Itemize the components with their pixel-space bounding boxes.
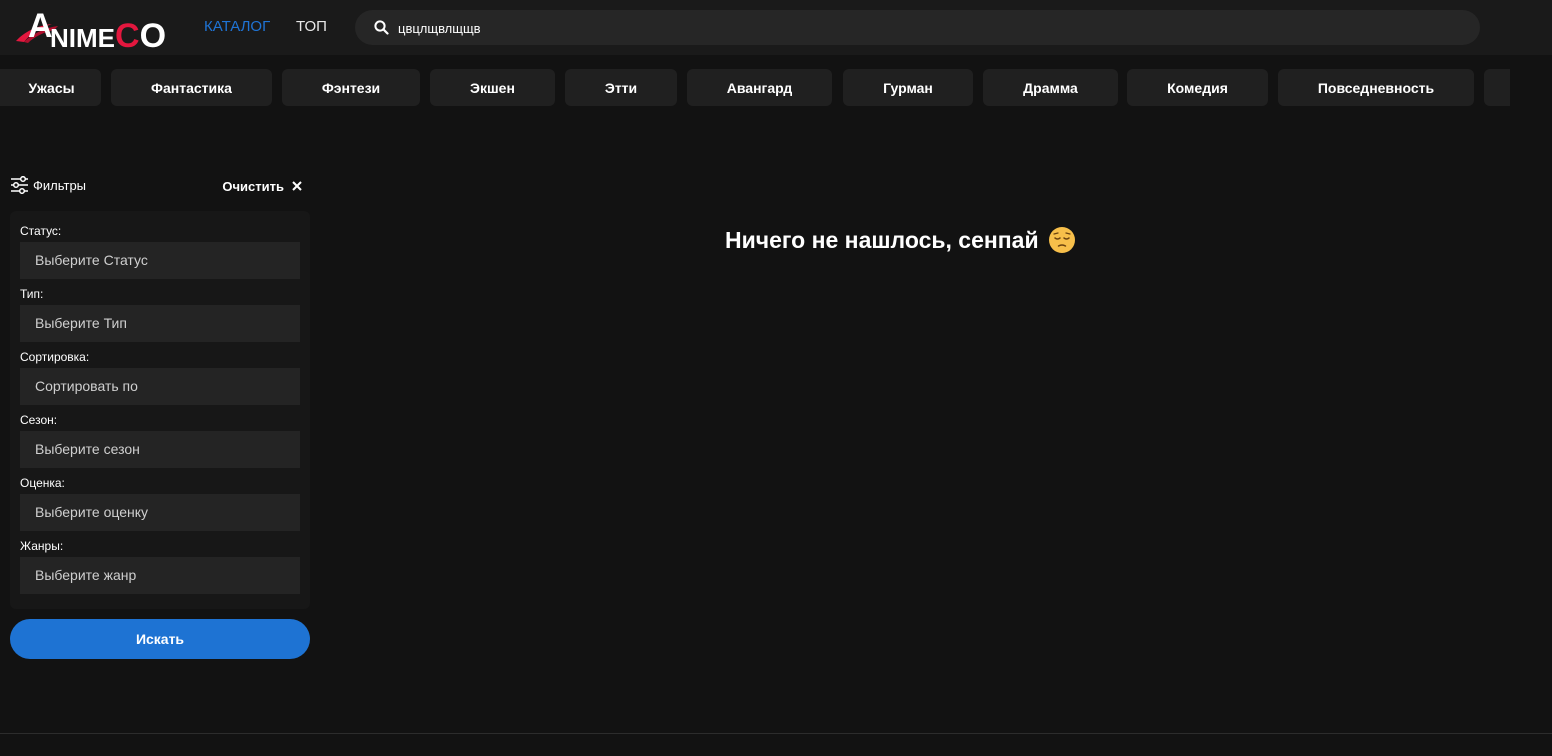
filters-panel: Статус: Выберите Статус Тип: Выберите Ти… [10,211,310,609]
nav-top-link[interactable]: ТОП [296,18,327,35]
genre-chip[interactable]: Гурман [843,69,973,106]
genre-chip[interactable]: Фантастика [111,69,272,106]
rating-select[interactable]: Выберите оценку [20,494,300,531]
logo-text-mid: NIME [50,23,115,53]
nav-catalog-link[interactable]: КАТАЛОГ [204,18,270,35]
footer-divider [0,733,1552,734]
genre-chip[interactable]: Ужасы [0,69,101,106]
genre-chip-partial[interactable] [1484,69,1510,106]
pensive-face-icon [1048,227,1075,253]
genres-select[interactable]: Выберите жанр [20,557,300,594]
filters-title: Фильтры [33,178,87,193]
sort-label: Сортировка: [20,350,90,364]
status-select[interactable]: Выберите Статус [20,242,300,279]
empty-results-message: Ничего не нашлось, сенпай [725,226,1076,254]
filters-header: Фильтры Очистить [10,176,302,196]
top-header: A NIMECO КАТАЛОГ ТОП [0,0,1552,55]
genre-chip[interactable]: Экшен [430,69,555,106]
genre-bar: Ужасы Фантастика Фэнтези Экшен Этти Аван… [0,69,1510,106]
clear-filters-label: Очистить [222,178,284,194]
rating-label: Оценка: [20,476,65,490]
season-select[interactable]: Выберите сезон [20,431,300,468]
sort-select[interactable]: Сортировать по [20,368,300,405]
season-label: Сезон: [20,413,58,427]
genres-label: Жанры: [20,539,64,553]
search-bar[interactable] [355,10,1480,45]
search-input[interactable] [398,17,1458,39]
genre-chip[interactable]: Авангард [687,69,832,106]
genre-chip[interactable]: Комедия [1127,69,1268,106]
logo-letter-c: C [115,17,140,55]
genre-chip[interactable]: Драмма [983,69,1118,106]
search-icon[interactable] [374,20,389,35]
site-logo[interactable]: A NIMECO [14,7,174,55]
type-select[interactable]: Выберите Тип [20,305,300,342]
logo-letter-a: A [28,7,53,45]
filter-sliders-icon [11,176,28,194]
apply-search-button[interactable]: Искать [10,619,310,659]
clear-filters-button[interactable]: Очистить [222,177,302,195]
logo-text: NIMECO [50,17,166,56]
status-label: Статус: [20,224,62,238]
logo-letter-o: O [139,17,167,55]
close-icon [292,181,302,191]
type-label: Тип: [20,287,44,301]
genre-chip[interactable]: Фэнтези [282,69,420,106]
empty-results-text: Ничего не нашлось, сенпай [725,226,1039,253]
genre-chip[interactable]: Этти [565,69,677,106]
genre-chip[interactable]: Повседневность [1278,69,1474,106]
